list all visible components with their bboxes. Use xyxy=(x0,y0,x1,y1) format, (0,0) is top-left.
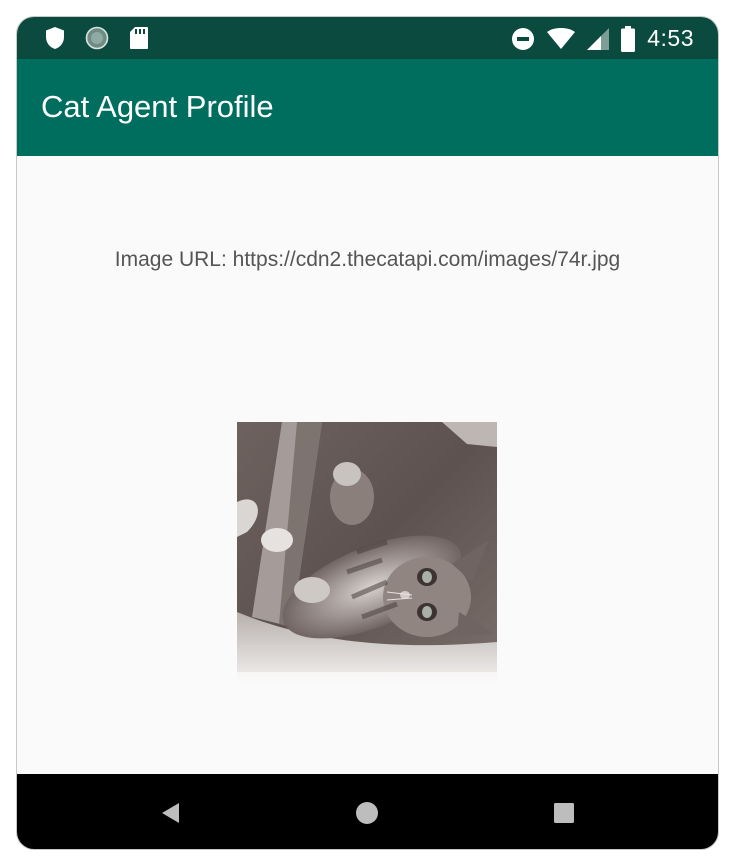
navigation-bar xyxy=(17,774,718,849)
cat-photo xyxy=(237,422,497,682)
device-frame: 4:53 Cat Agent Profile Image URL: https:… xyxy=(16,16,719,850)
page-title: Cat Agent Profile xyxy=(41,89,274,124)
back-icon[interactable] xyxy=(156,798,186,828)
status-time: 4:53 xyxy=(647,25,694,51)
battery-icon xyxy=(621,25,636,52)
recents-icon[interactable] xyxy=(549,798,579,828)
do-not-disturb-icon xyxy=(511,27,535,51)
shield-icon xyxy=(45,26,65,50)
profile-content: Image URL: https://cdn2.thecatapi.com/im… xyxy=(17,156,718,776)
image-url-text: Image URL: https://cdn2.thecatapi.com/im… xyxy=(114,248,621,271)
signal-icon xyxy=(587,27,610,50)
sd-card-icon xyxy=(129,26,149,50)
wifi-icon xyxy=(547,27,576,50)
app-bar: Cat Agent Profile xyxy=(17,59,718,156)
circle-notification-icon xyxy=(85,26,109,50)
home-icon[interactable] xyxy=(352,798,382,828)
status-bar: 4:53 xyxy=(17,17,718,59)
